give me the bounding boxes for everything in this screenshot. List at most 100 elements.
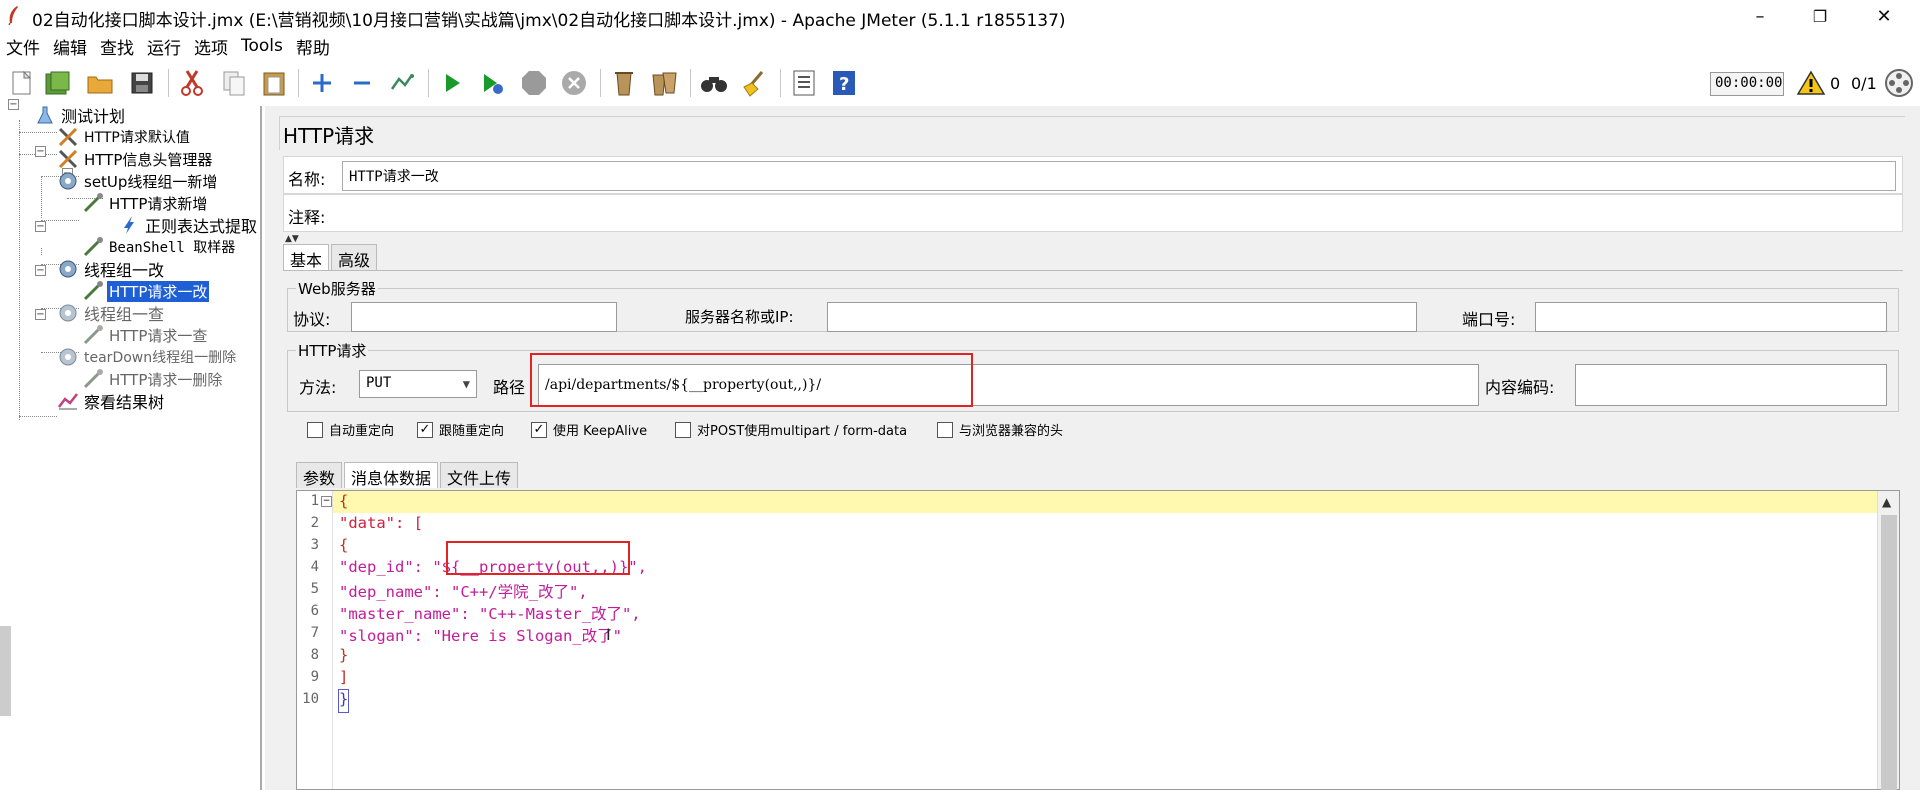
- pipette-icon: [82, 280, 104, 302]
- page-title: HTTP请求: [283, 124, 375, 148]
- menu-options[interactable]: 选项: [188, 34, 235, 59]
- name-label: 名称:: [288, 170, 326, 189]
- http-request-panel: HTTP请求 名称: HTTP请求一改 注释: ▲▼ 基本 高级 Web服务器 …: [265, 106, 1920, 790]
- tree-node-teardown-thread-group[interactable]: tearDown线程组一删除: [57, 346, 238, 368]
- scroll-up-icon[interactable]: ▲: [1882, 495, 1891, 509]
- collapse-all-icon[interactable]: [346, 67, 378, 99]
- tree-node-header-manager[interactable]: HTTP信息头管理器: [57, 148, 214, 170]
- tree-node-http-defaults[interactable]: HTTP请求默认值: [57, 126, 192, 148]
- protocol-field[interactable]: [351, 302, 617, 332]
- keepalive-checkbox[interactable]: ✓ 使用 KeepAlive: [531, 420, 647, 439]
- tree-node-thread-group-update[interactable]: 线程组一改: [57, 258, 166, 280]
- tree-node-beanshell[interactable]: BeanShell 取样器: [82, 236, 237, 258]
- start-no-pauses-icon[interactable]: [476, 67, 508, 99]
- code-line: {: [339, 492, 349, 510]
- tree-node-regex-extractor[interactable]: 正则表达式提取: [118, 214, 259, 236]
- paste-icon[interactable]: [258, 67, 290, 99]
- scrollbar-thumb[interactable]: [1881, 515, 1897, 790]
- save-icon[interactable]: [126, 67, 158, 99]
- code-line: "data": [: [339, 514, 423, 532]
- name-row: 名称: HTTP请求一改: [283, 156, 1903, 194]
- menu-search[interactable]: 查找: [94, 34, 141, 59]
- menu-edit[interactable]: 编辑: [47, 34, 94, 59]
- menu-tools[interactable]: Tools: [235, 36, 290, 56]
- body-tabs: 参数 消息体数据 文件上传: [296, 462, 520, 488]
- reset-search-broom-icon[interactable]: [738, 67, 770, 99]
- search-binoculars-icon[interactable]: [698, 67, 730, 99]
- port-field[interactable]: [1535, 302, 1887, 332]
- splitter-arrows[interactable]: ▲▼: [285, 234, 299, 244]
- clear-all-icon[interactable]: [648, 67, 680, 99]
- help-icon[interactable]: ?: [828, 67, 860, 99]
- tree-node-setup-thread-group[interactable]: setUp线程组一新增: [57, 170, 219, 192]
- port-label: 端口号:: [1462, 310, 1516, 329]
- function-helper-icon[interactable]: [788, 67, 820, 99]
- http-request-title: HTTP请求: [296, 340, 369, 361]
- line-number: 8: [310, 647, 319, 663]
- tree-collapse-toggle[interactable]: −: [35, 146, 46, 157]
- expand-all-icon[interactable]: [306, 67, 338, 99]
- tree-node-thread-group-query[interactable]: 线程组一查: [57, 302, 166, 324]
- checkbox-checked: ✓: [531, 421, 547, 438]
- comment-field[interactable]: [342, 199, 1896, 229]
- tree-collapse-toggle[interactable]: −: [35, 221, 46, 232]
- name-field[interactable]: HTTP请求一改: [342, 161, 1896, 191]
- open-folder-icon[interactable]: [84, 67, 116, 99]
- window-title: 02自动化接口脚本设计.jmx (E:\营销视频\10月接口营销\实战篇\jmx…: [32, 11, 1066, 31]
- minimize-button[interactable]: –: [1730, 0, 1790, 32]
- tree-node-test-plan[interactable]: 测试计划: [34, 104, 127, 126]
- menu-help[interactable]: 帮助: [290, 34, 337, 59]
- toggle-icon[interactable]: [386, 67, 418, 99]
- tree-collapse-toggle[interactable]: −: [35, 309, 46, 320]
- templates-icon[interactable]: [42, 67, 74, 99]
- warning-icon[interactable]: [1796, 70, 1826, 100]
- editor-scrollbar[interactable]: ▲: [1877, 491, 1899, 790]
- copy-icon[interactable]: [218, 67, 250, 99]
- start-icon[interactable]: [436, 67, 468, 99]
- tree-node-view-results-tree[interactable]: 察看结果树: [57, 390, 166, 412]
- elapsed-timer: 00:00:00: [1710, 72, 1784, 96]
- line-number: 3: [310, 537, 319, 553]
- tab-file-upload[interactable]: 文件上传: [440, 462, 519, 488]
- menu-run[interactable]: 运行: [141, 34, 188, 59]
- body-data-editor[interactable]: 1 − 2 3 4 5 6 7 8 9 10 { "data": [ { "de…: [296, 490, 1900, 790]
- method-select[interactable]: PUT ▼: [359, 370, 477, 398]
- annotation-highlight: [446, 541, 630, 575]
- clear-icon[interactable]: [608, 67, 640, 99]
- tree-scrollbar[interactable]: [0, 626, 11, 716]
- tab-parameters[interactable]: 参数: [296, 462, 343, 488]
- stop-icon[interactable]: [518, 67, 550, 99]
- tab-basic[interactable]: 基本: [283, 244, 330, 270]
- tree-node-http-add[interactable]: HTTP请求新增: [82, 192, 209, 214]
- server-label: 服务器名称或IP:: [685, 308, 794, 326]
- browser-headers-checkbox[interactable]: 与浏览器兼容的头: [937, 420, 1063, 439]
- tree-node-http-delete[interactable]: HTTP请求一删除: [82, 368, 224, 390]
- checkbox: [937, 421, 953, 438]
- server-field[interactable]: [827, 302, 1417, 332]
- auto-redirect-checkbox[interactable]: 自动重定向: [307, 420, 394, 439]
- active-threads: 0/1: [1851, 74, 1877, 93]
- gear-icon: [57, 170, 79, 192]
- tree-node-http-query[interactable]: HTTP请求一查: [82, 324, 209, 346]
- comment-row: 注释:: [283, 194, 1903, 232]
- tab-advanced[interactable]: 高级: [331, 244, 378, 270]
- title-bar: 02自动化接口脚本设计.jmx (E:\营销视频\10月接口营销\实战篇\jmx…: [0, 0, 1920, 32]
- tree-collapse-toggle[interactable]: −: [8, 99, 19, 110]
- cut-icon[interactable]: [176, 67, 208, 99]
- shutdown-icon[interactable]: [558, 67, 590, 99]
- fold-toggle[interactable]: −: [321, 496, 332, 507]
- close-button[interactable]: ✕: [1854, 0, 1914, 32]
- follow-redirect-checkbox[interactable]: ✓ 跟随重定向: [417, 420, 504, 439]
- tab-body-data[interactable]: 消息体数据: [344, 462, 439, 488]
- multipart-checkbox[interactable]: 对POST使用multipart / form-data: [675, 420, 907, 439]
- checkbox-checked: ✓: [417, 421, 433, 438]
- new-file-icon[interactable]: [6, 67, 38, 99]
- comment-label: 注释:: [288, 208, 326, 227]
- menu-file[interactable]: 文件: [0, 34, 47, 59]
- config-tabs: 基本 高级: [283, 244, 379, 270]
- tree-collapse-toggle[interactable]: −: [35, 265, 46, 276]
- maximize-button[interactable]: ❐: [1790, 0, 1850, 32]
- warning-count: 0: [1830, 74, 1841, 93]
- tree-node-http-update[interactable]: HTTP请求一改: [82, 280, 210, 302]
- content-encoding-field[interactable]: [1575, 364, 1887, 406]
